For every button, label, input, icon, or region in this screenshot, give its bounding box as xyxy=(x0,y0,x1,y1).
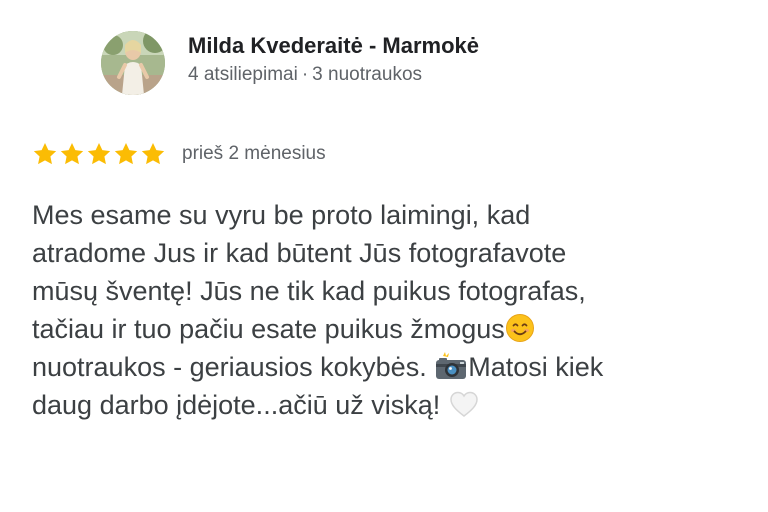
star-icon xyxy=(33,142,57,165)
author-info: Milda Kvederaitė - Marmokė 4 atsiliepima… xyxy=(188,31,479,89)
star-icon xyxy=(114,142,138,165)
star-rating xyxy=(32,141,166,167)
review-text: Mes esame su vyru be proto laimingi, kad… xyxy=(32,196,752,424)
review-line-3: mūsų šventę! Jūs ne tik kad puikus fotog… xyxy=(32,276,586,306)
photos-count: 3 nuotraukos xyxy=(312,64,423,85)
avatar[interactable] xyxy=(101,31,165,95)
avatar-photo-icon xyxy=(101,31,165,95)
review-line-5: nuotraukos - geriausios kokybės. Matosi … xyxy=(32,351,604,382)
review-card: Milda Kvederaitė - Marmokė 4 atsiliepima… xyxy=(0,0,768,512)
star-icon xyxy=(87,142,111,165)
author-name[interactable]: Milda Kvederaitė - Marmokė xyxy=(188,31,479,61)
star-icon xyxy=(60,142,84,165)
star-icon xyxy=(141,142,165,165)
rating-row: prieš 2 mėnesius xyxy=(32,139,326,169)
white-heart-emoji-icon xyxy=(448,389,480,419)
review-date: prieš 2 mėnesius xyxy=(182,143,326,164)
author-meta: 4 atsiliepimai · 3 nuotraukos xyxy=(188,61,479,89)
review-line-2: atradome Jus ir kad būtent Jūs fotografa… xyxy=(32,238,567,268)
review-line-1: Mes esame su vyru be proto laimingi, kad xyxy=(32,200,531,230)
review-line-4: tačiau ir tuo pačiu esate puikus žmogus xyxy=(32,310,752,348)
reviews-count: 4 atsiliepimai xyxy=(188,64,298,85)
camera-with-flash-emoji-icon xyxy=(434,351,468,381)
meta-separator: · xyxy=(301,64,309,85)
smiling-face-emoji-icon xyxy=(505,313,535,343)
review-line-6: daug darbo įdėjote...ačiū už viską! xyxy=(32,386,752,424)
